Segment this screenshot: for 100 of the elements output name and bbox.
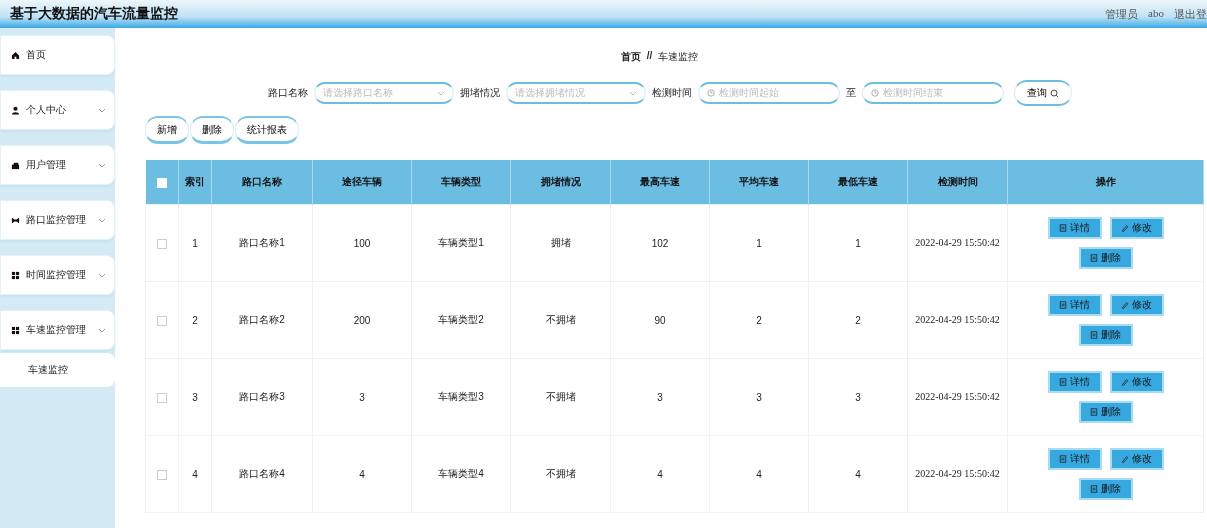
document-icon [1090, 254, 1098, 262]
filter-label: 至 [846, 86, 856, 100]
row-checkbox[interactable] [157, 469, 167, 480]
table-cell: 4 [610, 435, 710, 513]
table-cell: 4 [709, 435, 809, 513]
table-cell: 4 [808, 435, 908, 513]
detail-button[interactable]: 详情 [1047, 448, 1102, 470]
edit-button[interactable]: 修改 [1109, 448, 1164, 470]
edit-button[interactable]: 修改 [1109, 217, 1164, 239]
sidebar-subitem[interactable]: 车速监控 [0, 353, 115, 387]
clock-icon [871, 89, 879, 97]
filter-label: 路口名称 [268, 86, 308, 100]
column-header: 车辆类型 [411, 160, 511, 205]
detail-button[interactable]: 详情 [1047, 371, 1102, 393]
column-header: 索引 [178, 160, 212, 205]
delete-button[interactable]: 删除 [1078, 324, 1133, 346]
table-cell: 3 [312, 358, 412, 436]
pencil-icon [1121, 378, 1129, 386]
document-icon [1059, 378, 1067, 386]
username: abo [1148, 6, 1164, 21]
table-cell: 2 [178, 281, 212, 359]
column-header: 检测时间 [907, 160, 1008, 205]
breadcrumb-link[interactable]: 首页 [620, 50, 641, 70]
action-button[interactable]: 统计报表 [235, 116, 299, 144]
sidebar-item[interactable]: 个人中心 [0, 90, 115, 130]
document-icon [1090, 331, 1098, 339]
filter-label: 检测时间 [652, 86, 692, 100]
search-button[interactable]: 查询 [1014, 80, 1072, 106]
action-button[interactable]: 新增 [145, 116, 189, 144]
table-cell: 1 [709, 204, 809, 282]
table-cell: 200 [312, 281, 412, 359]
search-icon [1050, 88, 1059, 98]
pencil-icon [1121, 455, 1129, 463]
sidebar-item[interactable]: 路口监控管理 [0, 200, 115, 240]
column-header: 拥堵情况 [510, 160, 611, 205]
column-header: 路口名称 [211, 160, 313, 205]
table-cell: 3 [610, 358, 710, 436]
select-all-checkbox[interactable] [156, 177, 167, 188]
sidebar-item[interactable]: 用户管理 [0, 145, 115, 185]
edit-button[interactable]: 修改 [1109, 371, 1164, 393]
table-cell: 车辆类型2 [411, 281, 511, 359]
app-title: 基于大数据的汽车流量监控 [10, 5, 178, 23]
sidebar-item[interactable]: 时间监控管理 [0, 255, 115, 295]
logout-link[interactable]: 退出登 [1174, 6, 1207, 22]
chevron-icon [629, 90, 637, 96]
document-icon [1090, 485, 1098, 493]
action-button[interactable]: 删除 [190, 116, 234, 144]
column-header: 最高车速 [610, 160, 710, 205]
table-cell: 车辆类型3 [411, 358, 511, 436]
delete-button[interactable]: 删除 [1078, 478, 1133, 500]
table-cell: 路口名称3 [211, 358, 313, 436]
table-cell: 车辆类型4 [411, 435, 511, 513]
edit-button[interactable]: 修改 [1109, 294, 1164, 316]
column-header: 途径车辆 [312, 160, 412, 205]
briefcase-icon [11, 160, 20, 170]
table-cell: 路口名称2 [211, 281, 313, 359]
clock-icon [707, 89, 715, 97]
pencil-icon [1121, 301, 1129, 309]
delete-button[interactable]: 删除 [1078, 401, 1133, 423]
home-icon [11, 50, 20, 60]
table-cell: 4 [178, 435, 212, 513]
sidebar-item[interactable]: 首页 [0, 35, 115, 75]
table-cell: 不拥堵 [510, 281, 611, 359]
column-header: 平均车速 [709, 160, 809, 205]
row-checkbox[interactable] [157, 392, 167, 403]
chevron-icon [437, 90, 445, 96]
document-icon [1059, 301, 1067, 309]
table-cell: 2 [808, 281, 908, 359]
document-icon [1059, 455, 1067, 463]
grid-icon [11, 270, 20, 280]
breadcrumb-current: 车速监控 [658, 50, 699, 64]
table-cell: 路口名称1 [211, 204, 313, 282]
table-cell: 3 [178, 358, 212, 436]
table-cell: 1 [808, 204, 908, 282]
table-cell: 2022-04-29 15:50:42 [907, 281, 1008, 359]
column-header: 操作 [1007, 160, 1204, 205]
detail-button[interactable]: 详情 [1047, 294, 1102, 316]
sidebar-item[interactable]: 车速监控管理 [0, 310, 115, 350]
table-cell: 车辆类型1 [411, 204, 511, 282]
column-header: 最低车速 [808, 160, 908, 205]
detail-button[interactable]: 详情 [1047, 217, 1102, 239]
table-cell: 不拥堵 [510, 435, 611, 513]
filter-label: 拥堵情况 [460, 86, 500, 100]
table-cell: 1 [178, 204, 212, 282]
table-cell: 2022-04-29 15:50:42 [907, 435, 1008, 513]
table-cell: 2 [709, 281, 809, 359]
table-cell: 4 [312, 435, 412, 513]
table-cell: 3 [709, 358, 809, 436]
table-cell: 3 [808, 358, 908, 436]
breadcrumb-separator: // [646, 50, 653, 63]
delete-button[interactable]: 删除 [1078, 247, 1133, 269]
row-checkbox[interactable] [157, 315, 167, 326]
grid-icon [11, 325, 20, 335]
user-role: 管理员 [1105, 6, 1139, 22]
row-checkbox[interactable] [157, 238, 167, 249]
table-cell: 路口名称4 [211, 435, 313, 513]
user-icon [11, 105, 20, 115]
table-cell: 90 [610, 281, 710, 359]
document-icon [1059, 224, 1067, 232]
document-icon [1090, 408, 1098, 416]
